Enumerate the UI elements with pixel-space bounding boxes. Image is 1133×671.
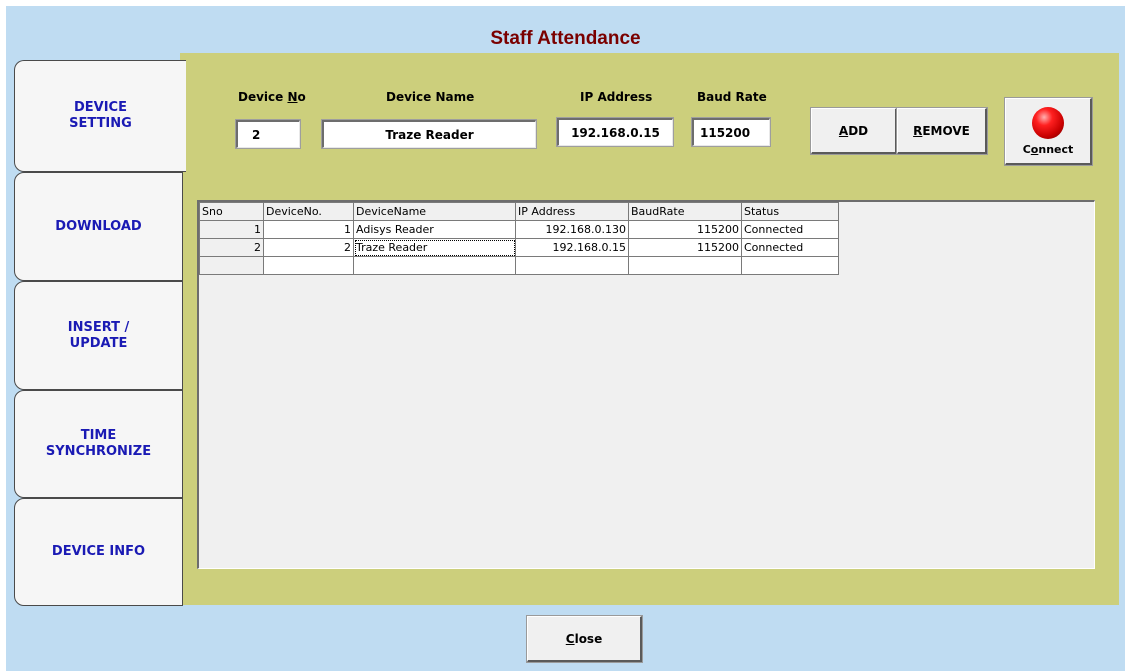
tab-device-setting[interactable]: DEVICE SETTING — [14, 60, 186, 172]
cell-deviceno[interactable]: 2 — [263, 238, 354, 257]
cell-status[interactable]: Connected — [741, 220, 839, 239]
tab-device-info-label: DEVICE INFO — [51, 544, 146, 559]
cell-deviceno[interactable]: 1 — [263, 220, 354, 239]
remove-button[interactable]: R EMOVE — [896, 107, 988, 155]
tab-device-info[interactable]: DEVICE INFO — [14, 498, 183, 606]
device-table: Sno DeviceNo. DeviceName IP Address Baud… — [199, 202, 839, 275]
connect-label: Connect — [1022, 142, 1074, 156]
col-header-baudrate[interactable]: BaudRate — [628, 202, 742, 221]
baud-rate-label: Baud Rate — [697, 90, 767, 104]
tab-download-label: DOWNLOAD — [55, 218, 142, 234]
ip-address-input[interactable]: 192.168.0.15 — [556, 117, 674, 147]
cell-empty[interactable] — [628, 256, 742, 275]
baud-rate-input[interactable]: 115200 — [691, 117, 771, 147]
col-header-status[interactable]: Status — [741, 202, 839, 221]
tab-insert-update-label: INSERT / UPDATE — [67, 319, 130, 351]
cell-devicename[interactable]: Traze Reader — [353, 238, 516, 257]
cell-sno-empty[interactable] — [199, 256, 264, 275]
cell-empty[interactable] — [741, 256, 839, 275]
col-header-sno[interactable]: Sno — [199, 202, 264, 221]
cell-baudrate[interactable]: 115200 — [628, 220, 742, 239]
cell-devicename[interactable]: Adisys Reader — [353, 220, 516, 239]
add-button[interactable]: A DD — [810, 107, 898, 155]
close-button[interactable]: Close — [526, 615, 643, 663]
device-name-input[interactable]: Traze Reader — [321, 119, 537, 149]
cell-ip[interactable]: 192.168.0.15 — [515, 238, 629, 257]
ip-address-label: IP Address — [580, 90, 653, 104]
device-name-label: Device Name — [386, 90, 475, 104]
table-row[interactable]: 1 1 Adisys Reader 192.168.0.130 115200 C… — [199, 220, 839, 239]
device-grid[interactable]: Sno DeviceNo. DeviceName IP Address Baud… — [197, 200, 1095, 569]
window-title: Staff Attendance — [490, 28, 641, 49]
device-no-label: Device No — [238, 90, 306, 104]
cell-empty[interactable] — [353, 256, 516, 275]
cell-baudrate[interactable]: 115200 — [628, 238, 742, 257]
tab-device-setting-label: DEVICE SETTING — [69, 100, 132, 131]
device-no-input[interactable]: 2 — [235, 119, 301, 149]
col-header-ip[interactable]: IP Address — [515, 202, 629, 221]
table-row[interactable]: 2 2 Traze Reader 192.168.0.15 115200 Con… — [199, 238, 839, 257]
tab-time-synchronize-label: TIME SYNCHRONIZE — [45, 428, 152, 459]
cell-sno[interactable]: 2 — [199, 238, 264, 257]
table-row-empty[interactable] — [199, 256, 839, 275]
cell-empty[interactable] — [515, 256, 629, 275]
cell-status[interactable]: Connected — [741, 238, 839, 257]
connect-button[interactable]: Connect — [1004, 97, 1093, 166]
col-header-devicename[interactable]: DeviceName — [353, 202, 516, 221]
cell-empty[interactable] — [263, 256, 354, 275]
tab-time-synchronize[interactable]: TIME SYNCHRONIZE — [14, 390, 183, 498]
tab-download[interactable]: DOWNLOAD — [14, 172, 183, 281]
tab-insert-update[interactable]: INSERT / UPDATE — [14, 281, 183, 390]
cell-ip[interactable]: 192.168.0.130 — [515, 220, 629, 239]
cell-sno[interactable]: 1 — [199, 220, 264, 239]
grid-header-row: Sno DeviceNo. DeviceName IP Address Baud… — [199, 202, 839, 221]
red-status-orb-icon — [1032, 106, 1064, 139]
col-header-deviceno[interactable]: DeviceNo. — [263, 202, 354, 221]
